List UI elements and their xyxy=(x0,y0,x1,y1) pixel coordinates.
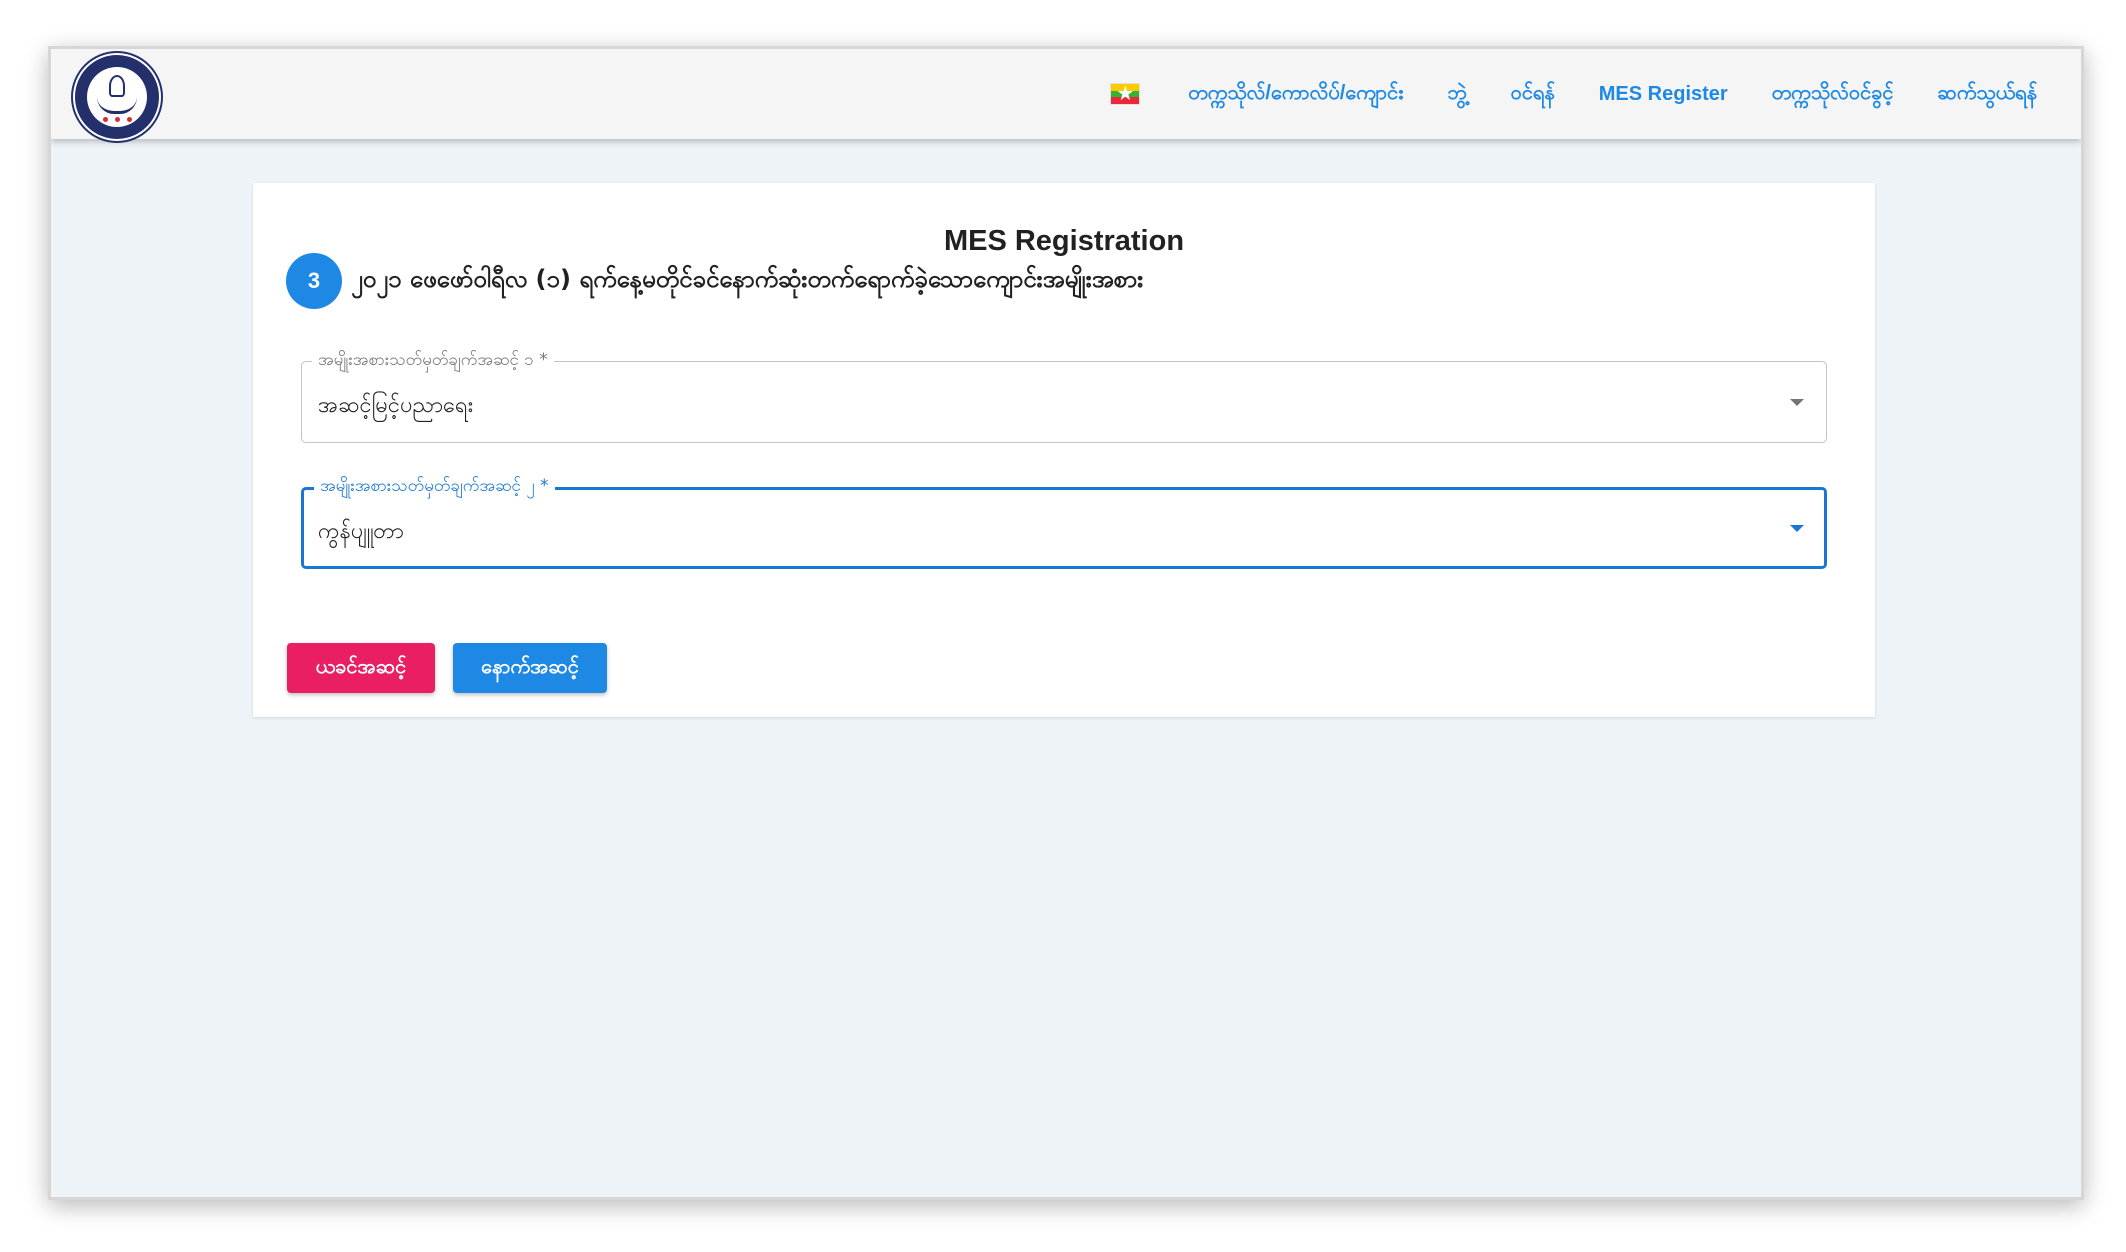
category-level-1-value: အဆင့်မြင့်ပညာရေး xyxy=(318,393,474,418)
top-navbar: ★ တက္ကသိုလ်/ကောလိပ်/ကျောင်း ဘွဲ့ ဝင်ရန် … xyxy=(51,49,2081,141)
logo-dot xyxy=(115,117,120,122)
step-title: ၂၀၂၁ ဖေဖော်ဝါရီလ (၁) ရက်နေ့မတိုင်ခင်နောက… xyxy=(351,265,1144,293)
category-level-2-select[interactable]: အမျိုးအစားသတ်မှတ်ချက်အဆင့် ၂ * ကွန်ပျူတာ xyxy=(301,475,1827,569)
book-icon xyxy=(97,97,137,114)
nav-link-login[interactable]: ဝင်ရန် xyxy=(1511,79,1555,109)
logo[interactable] xyxy=(73,53,161,141)
dropdown-arrow-icon[interactable] xyxy=(1790,399,1804,406)
category-level-2-label: အမျိုးအစားသတ်မှတ်ချက်အဆင့် ၂ * xyxy=(314,475,555,500)
dropdown-arrow-icon[interactable] xyxy=(1790,525,1804,532)
nav-link-universities[interactable]: တက္ကသိုလ်/ကောလိပ်/ကျောင်း xyxy=(1188,79,1403,109)
tree-icon xyxy=(109,75,125,97)
page-title: MES Registration xyxy=(943,225,1185,257)
myanmar-flag-icon[interactable]: ★ xyxy=(1110,83,1141,105)
category-level-2-value: ကွန်ပျူတာ xyxy=(318,519,404,544)
step-number-badge: 3 xyxy=(286,253,342,309)
browser-window: ★ တက္ကသိုလ်/ကောလိပ်/ကျောင်း ဘွဲ့ ဝင်ရန် … xyxy=(48,46,2084,1200)
nav-link-contact[interactable]: ဆက်သွယ်ရန် xyxy=(1938,79,2038,109)
logo-dot xyxy=(127,117,132,122)
category-level-1-select[interactable]: အမျိုးအစားသတ်မှတ်ချက်အဆင့် ၁ * အဆင့်မြင့… xyxy=(301,349,1827,443)
back-button[interactable]: ယခင်အဆင့် xyxy=(287,643,435,693)
nav-link-admission[interactable]: တက္ကသိုလ်ဝင်ခွင့် xyxy=(1772,79,1894,109)
logo-emblem xyxy=(87,67,147,127)
next-button[interactable]: နောက်အဆင့် xyxy=(453,643,607,693)
nav-link-degrees[interactable]: ဘွဲ့ xyxy=(1447,79,1466,109)
category-level-1-label: အမျိုးအစားသတ်မှတ်ချက်အဆင့် ၁ * xyxy=(312,349,554,374)
nav-link-mes-register[interactable]: MES Register xyxy=(1599,83,1728,106)
registration-card: MES Registration 3 ၂၀၂၁ ဖေဖော်ဝါရီလ (၁) … xyxy=(253,183,1875,717)
logo-dot xyxy=(103,117,108,122)
nav-menu: ★ တက္ကသိုလ်/ကောလိပ်/ကျောင်း ဘွဲ့ ဝင်ရန် … xyxy=(1110,49,2037,139)
